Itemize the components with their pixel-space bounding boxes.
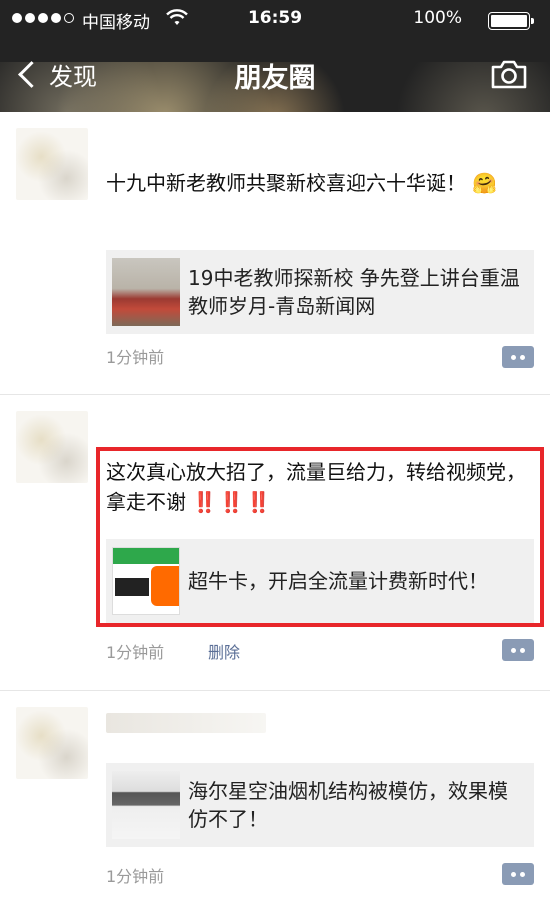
- link-thumbnail: [112, 771, 180, 839]
- comment-button[interactable]: [502, 346, 534, 368]
- moment-post: 海尔星空油烟机结构被模仿，效果模仿不了！ 1分钟前: [0, 691, 550, 916]
- link-title: 超牛卡，开启全流量计费新时代！: [188, 569, 488, 593]
- moment-post: 十九中新老教师共聚新校喜迎六十华诞！ 🤗 19中老教师探新校 争先登上讲台重温教…: [0, 112, 550, 395]
- exclamation-icons: ‼️‼️‼️: [192, 490, 274, 514]
- post-text: 十九中新老教师共聚新校喜迎六十华诞！ 🤗: [106, 168, 526, 198]
- moment-post: 这次真心放大招了，流量巨给力，转给视频党，拿走不谢 ‼️‼️‼️ 超牛卡，开启全…: [0, 395, 550, 691]
- battery-level-fill: [491, 15, 527, 27]
- top-header: 中国移动 16:59 100% 发现 朋友圈: [0, 0, 550, 112]
- post-timestamp: 1分钟前: [106, 643, 165, 662]
- nickname[interactable]: [106, 713, 266, 733]
- moments-feed: 十九中新老教师共聚新校喜迎六十华诞！ 🤗 19中老教师探新校 争先登上讲台重温教…: [0, 112, 550, 916]
- avatar[interactable]: [16, 707, 88, 779]
- link-card[interactable]: 19中老教师探新校 争先登上讲台重温教师岁月-青岛新闻网: [106, 250, 534, 334]
- avatar[interactable]: [16, 128, 88, 200]
- post-text: 这次真心放大招了，流量巨给力，转给视频党，拿走不谢 ‼️‼️‼️: [106, 457, 526, 517]
- camera-icon[interactable]: [490, 58, 528, 90]
- battery-percent: 100%: [413, 8, 462, 28]
- post-text-body: 这次真心放大招了，流量巨给力，转给视频党，拿走不谢: [106, 460, 526, 514]
- post-timestamp: 1分钟前: [106, 867, 165, 886]
- status-bar: 中国移动 16:59 100%: [0, 0, 550, 38]
- link-card[interactable]: 超牛卡，开启全流量计费新时代！: [106, 539, 534, 623]
- comment-button[interactable]: [502, 863, 534, 885]
- hug-emoji-icon: 🤗: [472, 171, 498, 195]
- comment-button[interactable]: [502, 639, 534, 661]
- status-time: 16:59: [247, 8, 303, 28]
- link-title: 19中老教师探新校 争先登上讲台重温教师岁月-青岛新闻网: [188, 266, 520, 318]
- link-thumbnail: [112, 258, 180, 326]
- page-title: 朋友圈: [234, 63, 316, 94]
- delete-button[interactable]: 删除: [208, 639, 240, 663]
- link-thumbnail: [112, 547, 180, 615]
- post-text-body: 十九中新老教师共聚新校喜迎六十华诞！: [106, 171, 466, 195]
- link-title: 海尔星空油烟机结构被模仿，效果模仿不了！: [188, 779, 508, 831]
- link-card[interactable]: 海尔星空油烟机结构被模仿，效果模仿不了！: [106, 763, 534, 847]
- post-timestamp: 1分钟前: [106, 348, 165, 367]
- battery-icon: [488, 12, 534, 30]
- avatar[interactable]: [16, 411, 88, 483]
